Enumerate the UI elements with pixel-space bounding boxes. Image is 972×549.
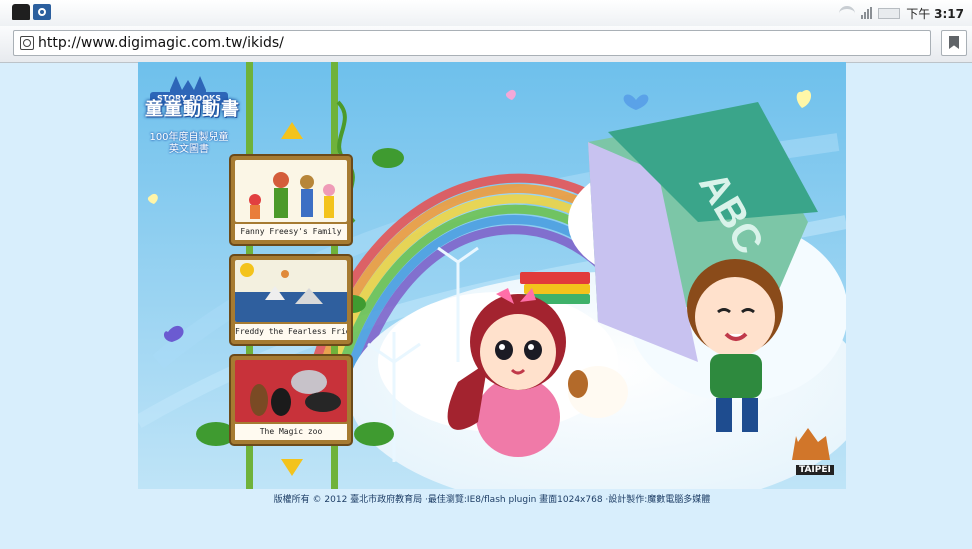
battery-icon bbox=[878, 7, 901, 19]
status-indicators: 下午 3:17 bbox=[839, 4, 964, 22]
book-card-fanny[interactable]: Fanny Freesy's Family bbox=[229, 154, 353, 246]
book-card-freddy[interactable]: Freddy the Fearless Friend bbox=[229, 254, 353, 346]
book-cover-image bbox=[235, 260, 347, 322]
book-cover-image bbox=[235, 160, 347, 222]
url-text[interactable]: http://www.digimagic.com.tw/ikids/ bbox=[38, 35, 284, 51]
notification-icon bbox=[12, 4, 30, 20]
browser-toolbar: http://www.digimagic.com.tw/ikids/ bbox=[0, 26, 972, 63]
book-title: Fanny Freesy's Family bbox=[235, 224, 347, 240]
site-logo-subtitle: 100年度自製兒童英文圖書 bbox=[149, 132, 229, 155]
url-field[interactable]: http://www.digimagic.com.tw/ikids/ bbox=[13, 30, 931, 56]
site-favicon-icon bbox=[20, 36, 34, 50]
clock-prefix: 下午 bbox=[906, 6, 931, 21]
taipei-logo[interactable]: TAIPEI bbox=[796, 465, 834, 475]
status-clock: 下午 3:17 bbox=[906, 5, 964, 22]
wifi-icon bbox=[839, 5, 856, 21]
status-bar: 下午 3:17 bbox=[0, 0, 972, 27]
book-cover-image bbox=[235, 360, 347, 422]
screenshot-icon bbox=[33, 4, 51, 20]
scroll-up-button[interactable] bbox=[281, 122, 303, 139]
book-title: Freddy the Fearless Friend bbox=[235, 324, 347, 340]
signal-icon bbox=[861, 7, 873, 19]
bookmark-button[interactable] bbox=[941, 30, 967, 56]
book-card-magic-zoo[interactable]: The Magic zoo bbox=[229, 354, 353, 446]
copyright-footer: 版權所有 © 2012 臺北市政府教育局 ·最佳瀏覽:IE8/flash plu… bbox=[273, 495, 711, 505]
site-logo-title[interactable]: 童童動動書 bbox=[145, 95, 240, 121]
book-title: The Magic zoo bbox=[235, 424, 347, 440]
scroll-down-button[interactable] bbox=[281, 459, 303, 476]
clock-time: 3:17 bbox=[934, 6, 964, 21]
